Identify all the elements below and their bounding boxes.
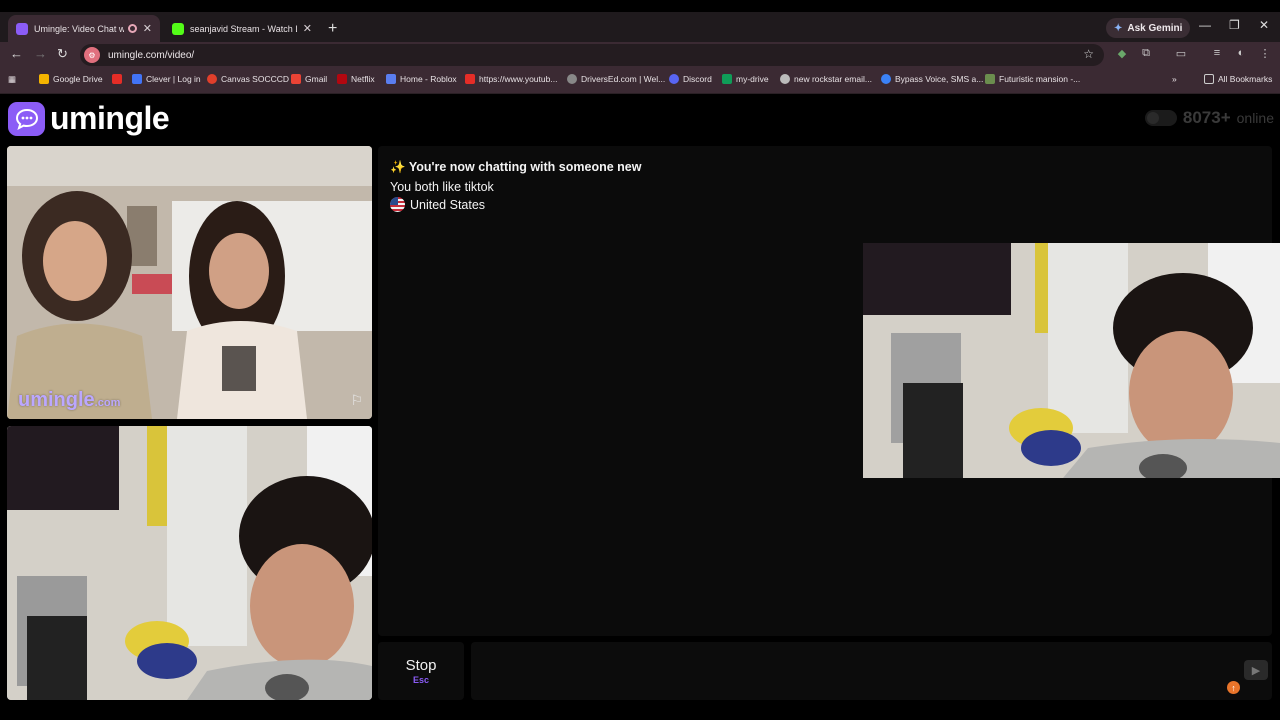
image-icon	[985, 74, 995, 84]
stranger-video-frame	[7, 146, 372, 419]
bookmark-rockstar[interactable]: new rockstar email...	[780, 74, 872, 84]
shared-interest-message: You both like tiktok	[390, 180, 494, 194]
reload-icon[interactable]: ↻	[57, 46, 68, 62]
bookmark-driversed[interactable]: DriversEd.com | Wel...	[567, 74, 665, 84]
drive-icon	[722, 74, 732, 84]
bulb-icon	[780, 74, 790, 84]
back-icon[interactable]: ←	[10, 46, 23, 61]
umingle-favicon-icon	[16, 22, 28, 35]
online-count: 8073+	[1182, 108, 1231, 127]
recording-icon	[127, 24, 137, 33]
bookmark-netflix[interactable]: Netflix	[337, 74, 375, 84]
ask-gemini-button[interactable]: ✦ Ask Gemini	[1106, 18, 1191, 38]
self-video-frame	[7, 426, 372, 700]
report-flag-icon[interactable]: ⚐	[350, 392, 363, 409]
browser-tabstrip: Umingle: Video Chat with S ✕ seanjavid S…	[0, 0, 1280, 42]
gemini-sparkle-icon: ✦	[1114, 22, 1123, 34]
tab-title: Umingle: Video Chat with S	[34, 23, 124, 34]
close-tab-icon[interactable]: ✕	[143, 22, 152, 35]
canvas-icon	[207, 74, 217, 84]
new-chat-message: ✨ You're now chatting with someone new	[390, 160, 641, 175]
bookmark-clever[interactable]: Clever | Log in	[132, 74, 201, 84]
clever-icon	[132, 74, 142, 84]
tab-title: seanjavid Stream - Watch Live o	[190, 23, 297, 34]
tab-umingle[interactable]: Umingle: Video Chat with S ✕	[8, 15, 160, 42]
self-video	[7, 426, 372, 700]
bookmark-youtube[interactable]: https://www.youtub...	[465, 74, 557, 84]
bookmark-gmail[interactable]: Gmail	[291, 74, 327, 84]
youtube-icon	[465, 74, 475, 84]
site-info-icon[interactable]: ⚙	[84, 47, 100, 63]
bookmarks-bar: ▦ Google Drive Clever | Log in Canvas SO…	[0, 68, 1280, 94]
umingle-logo[interactable]: umingle	[8, 100, 170, 137]
roblox-icon	[386, 74, 396, 84]
plus-icon[interactable]: +	[328, 20, 337, 38]
arrow-up-icon[interactable]: ↑	[1227, 681, 1240, 694]
all-bookmarks-button[interactable]: All Bookmarks	[1204, 74, 1272, 84]
country-text: United States	[410, 197, 486, 212]
gmail-icon	[291, 74, 301, 84]
extension-icon[interactable]: ◆	[1115, 47, 1129, 61]
ask-gemini-label: Ask Gemini	[1127, 22, 1183, 34]
folder-icon	[1204, 74, 1214, 84]
pip-video-frame	[863, 243, 1280, 478]
send-icon[interactable]: ▶	[1244, 660, 1268, 680]
globe-icon	[567, 74, 577, 84]
close-window-icon[interactable]: ✕	[1259, 18, 1269, 32]
apps-grid-icon[interactable]: ▦	[8, 74, 16, 85]
logo-text: umingle	[50, 100, 170, 136]
bookmark-discord[interactable]: Discord	[669, 74, 712, 84]
address-bar[interactable]: ⚙ umingle.com/video/ ☆	[80, 44, 1104, 66]
tab-search-icon[interactable]: ▭	[1174, 47, 1188, 61]
bookmark-canvas[interactable]: Canvas SOCCCD	[207, 74, 289, 84]
kick-favicon-icon	[172, 22, 184, 35]
bookmark-google-drive[interactable]: Google Drive	[39, 74, 103, 84]
bookmark-star-icon[interactable]: ☆	[1083, 47, 1094, 61]
bookmark-bypass-voice[interactable]: Bypass Voice, SMS a...	[881, 74, 983, 84]
message-input[interactable]: ▶	[471, 642, 1272, 700]
stop-shortcut: Esc	[412, 675, 429, 685]
restore-icon[interactable]: ❐	[1229, 18, 1240, 32]
media-controls-icon[interactable]: ≡	[1210, 47, 1224, 61]
bookmark-my-drive[interactable]: my-drive	[722, 74, 769, 84]
youtube-icon	[112, 74, 122, 84]
minimize-icon[interactable]: —	[1199, 18, 1211, 32]
youtube-bookmark-icon[interactable]	[112, 74, 126, 84]
close-tab-icon[interactable]: ✕	[303, 22, 312, 35]
us-flag-icon	[390, 197, 405, 212]
new-chat-text: You're now chatting with someone new	[408, 160, 642, 174]
sparkle-icon: ✨	[390, 160, 406, 174]
stranger-video: umingle.com ⚐	[7, 146, 372, 419]
puzzle-icon[interactable]: ⧉	[1139, 47, 1153, 61]
more-bookmarks-icon[interactable]: »	[1172, 74, 1177, 84]
theme-toggle[interactable]	[1144, 110, 1177, 126]
url-text: umingle.com/video/	[108, 49, 195, 61]
pip-self-video[interactable]	[863, 243, 1280, 478]
chat-controls: Stop Esc ▶	[378, 642, 1272, 700]
profile-icon[interactable]: ◐	[1234, 47, 1248, 61]
netflix-icon	[337, 74, 347, 84]
online-counter: 8073+ online	[1144, 108, 1274, 128]
check-badge-icon	[881, 74, 891, 84]
forward-icon[interactable]: →	[34, 46, 47, 61]
menu-dots-icon[interactable]: ⋮	[1258, 47, 1272, 61]
umingle-watermark: umingle.com	[18, 389, 121, 411]
bookmark-roblox[interactable]: Home - Roblox	[386, 74, 457, 84]
drive-icon	[39, 74, 49, 84]
discord-icon	[669, 74, 679, 84]
online-label: online	[1236, 110, 1274, 126]
umingle-page: umingle 8073+ online umingle.com ⚐ ✨ You…	[0, 95, 1280, 720]
stop-label: Stop	[405, 657, 437, 674]
chat-bubble-icon	[8, 101, 45, 136]
tab-seanjavid-stream[interactable]: seanjavid Stream - Watch Live o ✕	[164, 15, 320, 42]
country-message: United States	[390, 197, 485, 212]
bookmark-futuristic-mansion[interactable]: Futuristic mansion -...	[985, 74, 1080, 84]
browser-toolbar: ← → ↻ ⚙ umingle.com/video/ ☆ ◆ ⧉ ▭ ≡ ◐ ⋮	[0, 42, 1280, 68]
stop-button[interactable]: Stop Esc	[378, 642, 464, 700]
